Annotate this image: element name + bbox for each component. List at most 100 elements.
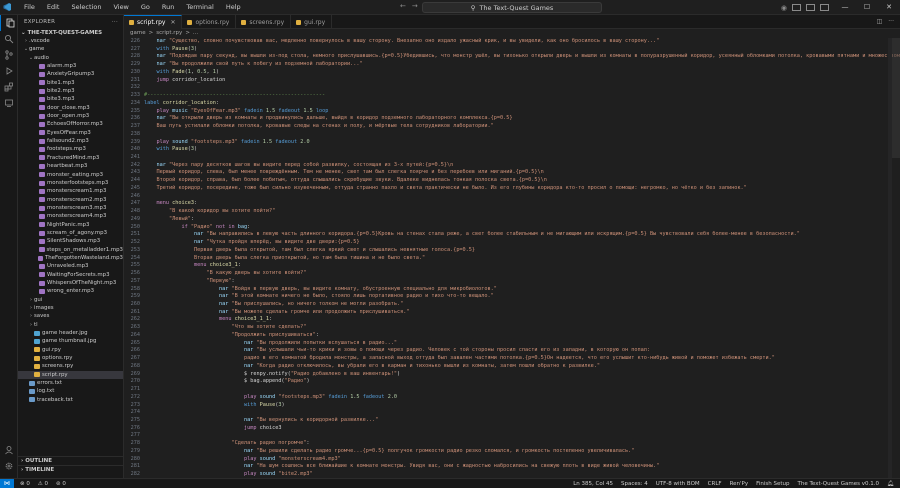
- file-item[interactable]: AnxietyGripump3: [18, 70, 123, 78]
- close-icon[interactable]: ✕: [878, 0, 900, 15]
- code-line[interactable]: 253 Первая дверь была открытой, там был …: [124, 247, 900, 255]
- code-line[interactable]: 258 nar "Войдя в первую дверь, вы видите…: [124, 286, 900, 294]
- folder-item[interactable]: › gui: [18, 296, 123, 304]
- code-line[interactable]: 266 nar "Вы услышали чьи-то крики и зовы…: [124, 347, 900, 355]
- code-line[interactable]: 276 jump choice3: [124, 425, 900, 433]
- file-item[interactable]: door_open.mp3: [18, 112, 123, 120]
- code-line[interactable]: 226 nar "Существо, словно почувствовав в…: [124, 38, 900, 46]
- file-item[interactable]: wrong_enter.mp3: [18, 287, 123, 295]
- code-line[interactable]: 234 label corridor_location:: [124, 100, 900, 108]
- code-line[interactable]: 272 play sound "footsteps.mp3" fadein 1.…: [124, 394, 900, 402]
- file-item[interactable]: heartbeat.mp3: [18, 162, 123, 170]
- code-line[interactable]: 243 Первый коридор, слева, был менее пов…: [124, 169, 900, 177]
- tab-options-rpy[interactable]: options.rpy: [182, 15, 237, 29]
- file-item[interactable]: NightPanic.mp3: [18, 221, 123, 229]
- code-line[interactable]: 280 play sound "monsterscream4.mp3": [124, 456, 900, 464]
- code-line[interactable]: 256 "В какую дверь вы хотите войти?": [124, 270, 900, 278]
- settings-gear-icon[interactable]: [0, 458, 18, 474]
- command-center-search[interactable]: ⚲ The Text-Quest Games: [422, 2, 602, 13]
- menu-go[interactable]: Go: [135, 0, 156, 15]
- code-line[interactable]: 236 nar "Вы открыли дверь из комнаты и п…: [124, 115, 900, 123]
- menu-run[interactable]: Run: [156, 0, 180, 15]
- finish-setup[interactable]: Finish Setup: [756, 481, 789, 487]
- code-line[interactable]: 240 with Pause(3): [124, 146, 900, 154]
- code-line[interactable]: 267 радио в его комнатой бродила монстры…: [124, 355, 900, 363]
- account-icon[interactable]: [0, 442, 18, 458]
- file-item[interactable]: game header.jpg: [18, 329, 123, 337]
- code-line[interactable]: 242 nar "Через пару десятков шагов вы ви…: [124, 162, 900, 170]
- file-item[interactable]: gui.rpy: [18, 346, 123, 354]
- cursor-position[interactable]: Ln 385, Col 45: [573, 481, 613, 487]
- code-line[interactable]: 279 nar "Вы решили сделать радио громче.…: [124, 448, 900, 456]
- more-actions-icon[interactable]: ···: [112, 15, 118, 29]
- file-item[interactable]: WaitingForSecrets.mp3: [18, 271, 123, 279]
- code-line[interactable]: 246: [124, 193, 900, 201]
- code-line[interactable]: 235 play music "EyesOfFear.mp3" fadein 1…: [124, 108, 900, 116]
- file-item[interactable]: monsterfootsteps.mp3: [18, 179, 123, 187]
- code-line[interactable]: 249 "Левый":: [124, 216, 900, 224]
- code-line[interactable]: 254 Вторая дверь была слегка приоткрытой…: [124, 255, 900, 263]
- code-line[interactable]: 251 nar "Вы направились в левую часть дл…: [124, 231, 900, 239]
- explorer-icon[interactable]: [0, 15, 18, 31]
- tab-gui-rpy[interactable]: gui.rpy: [291, 15, 333, 29]
- file-item[interactable]: game thumbnail.jpg: [18, 337, 123, 345]
- notifications-bell-icon[interactable]: 🔔︎: [887, 481, 894, 487]
- file-item[interactable]: footsteps.mp3: [18, 145, 123, 153]
- file-item[interactable]: log.txt: [18, 387, 123, 395]
- code-line[interactable]: 264 "Продолжить прислушиваться":: [124, 332, 900, 340]
- code-line[interactable]: 228 nar "Подождав пару секунд, вы вышли …: [124, 53, 900, 61]
- tab-screens-rpy[interactable]: screens.rpy: [236, 15, 292, 29]
- code-line[interactable]: 262 menu choice3_1_1:: [124, 316, 900, 324]
- code-line[interactable]: 271: [124, 386, 900, 394]
- code-line[interactable]: 274: [124, 409, 900, 417]
- file-item[interactable]: options.rpy: [18, 354, 123, 362]
- code-line[interactable]: 257 "Первую":: [124, 278, 900, 286]
- file-item[interactable]: door_close.mp3: [18, 104, 123, 112]
- outline-section[interactable]: › OUTLINE: [18, 456, 123, 465]
- language-mode[interactable]: Ren'Py: [730, 481, 749, 487]
- panel-toggle-icon[interactable]: [806, 4, 815, 11]
- workspace-root[interactable]: ⌄ THE-TEXT-QUEST-GAMES: [18, 29, 123, 37]
- code-line[interactable]: 247 menu choice3:: [124, 200, 900, 208]
- file-item[interactable]: scream_of_agony.mp3: [18, 229, 123, 237]
- run-debug-icon[interactable]: [0, 63, 18, 79]
- file-item[interactable]: TheForgottenWasteland.mp3: [18, 254, 123, 262]
- file-item[interactable]: monsterscream4.mp3: [18, 212, 123, 220]
- code-line[interactable]: 278 "Сделать радио погромче":: [124, 440, 900, 448]
- remote-indicator-icon[interactable]: ⋈: [0, 478, 14, 488]
- menu-edit[interactable]: Edit: [41, 0, 66, 15]
- file-item[interactable]: script.rpy: [18, 370, 123, 380]
- minimize-icon[interactable]: —: [834, 0, 856, 15]
- code-editor[interactable]: 226 nar "Существо, словно почувствовав в…: [124, 38, 900, 478]
- remote-explorer-icon[interactable]: [0, 95, 18, 111]
- file-item[interactable]: WhispersOfTheNight.mp3: [18, 279, 123, 287]
- file-item[interactable]: bite2.mp3: [18, 87, 123, 95]
- file-item[interactable]: alarm.mp3: [18, 62, 123, 70]
- file-item[interactable]: monster_eating.mp3: [18, 171, 123, 179]
- code-line[interactable]: 245 Третий коридор, посередине, тоже был…: [124, 185, 900, 193]
- layout-toggle-icon[interactable]: [792, 4, 801, 11]
- code-line[interactable]: 229 nar "Вы продолжили свой путь к побег…: [124, 61, 900, 69]
- breadcrumb-folder[interactable]: game: [130, 29, 146, 38]
- code-line[interactable]: 275 nar "Вы вернулись к коридорной разви…: [124, 417, 900, 425]
- editor-scrollbar[interactable]: [892, 38, 900, 158]
- breadcrumb-symbol[interactable]: ...: [193, 29, 198, 38]
- code-line[interactable]: 255 menu choice3_1:: [124, 262, 900, 270]
- file-item[interactable]: monsterscream3.mp3: [18, 204, 123, 212]
- menu-help[interactable]: Help: [220, 0, 247, 15]
- line-ending[interactable]: CRLF: [708, 481, 722, 487]
- code-line[interactable]: 230 with Fade(1, 0.5, 1): [124, 69, 900, 77]
- more-actions-icon[interactable]: ···: [888, 15, 894, 29]
- file-item[interactable]: bite1.mp3: [18, 79, 123, 87]
- warnings-count[interactable]: ⚠ 0: [38, 481, 48, 487]
- sidebar-toggle-icon[interactable]: [820, 4, 829, 11]
- code-line[interactable]: 282 play sound "bite2.mp3": [124, 471, 900, 478]
- menu-view[interactable]: View: [107, 0, 134, 15]
- source-control-icon[interactable]: [0, 47, 18, 63]
- accounts-icon[interactable]: ◉: [781, 4, 787, 12]
- code-line[interactable]: 261 nar "Вы можете сделать громче или пр…: [124, 309, 900, 317]
- code-line[interactable]: 241: [124, 154, 900, 162]
- file-item[interactable]: monsterscream1.mp3: [18, 187, 123, 195]
- file-item[interactable]: FracturedMind.mp3: [18, 154, 123, 162]
- folder-item[interactable]: ⌄ audio: [18, 54, 123, 62]
